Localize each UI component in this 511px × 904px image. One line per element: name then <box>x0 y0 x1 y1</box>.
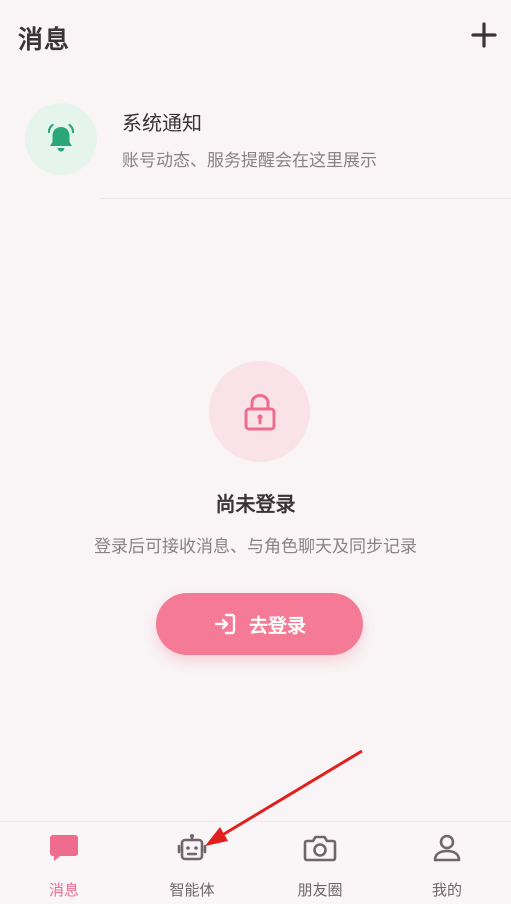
page-title: 消息 <box>18 25 71 54</box>
plus-icon <box>471 22 497 48</box>
divider <box>100 198 511 199</box>
lock-circle <box>209 361 310 462</box>
tab-label: 消息 <box>48 881 79 899</box>
tab-label: 我的 <box>431 881 462 899</box>
login-button[interactable]: 去登录 <box>156 593 363 655</box>
robot-icon <box>177 834 207 861</box>
empty-state-title: 尚未登录 <box>215 492 296 516</box>
tab-agents[interactable]: 智能体 <box>128 822 256 904</box>
system-notice-item[interactable]: 系统通知 账号动态、服务提醒会在这里展示 <box>0 96 511 199</box>
header: 消息 <box>0 0 511 76</box>
user-icon <box>433 834 461 862</box>
login-icon <box>214 613 236 635</box>
empty-state-description: 登录后可接收消息、与角色聊天及同步记录 <box>94 537 417 557</box>
tab-moments[interactable]: 朋友圈 <box>256 822 384 904</box>
chat-bubble-icon <box>50 835 78 861</box>
bottom-tab-bar: 消息 智能体 朋友圈 我的 <box>0 821 511 904</box>
login-button-label: 去登录 <box>248 614 306 637</box>
notice-subtitle: 账号动态、服务提醒会在这里展示 <box>122 151 377 171</box>
tab-label: 智能体 <box>169 881 215 899</box>
bell-icon <box>47 123 75 152</box>
tab-label: 朋友圈 <box>297 881 343 899</box>
tab-profile[interactable]: 我的 <box>383 822 511 904</box>
lock-icon <box>244 393 275 430</box>
add-button[interactable] <box>467 18 501 52</box>
notice-icon-circle <box>25 103 97 175</box>
camera-icon <box>303 835 337 862</box>
notice-title: 系统通知 <box>122 111 202 135</box>
tab-messages[interactable]: 消息 <box>0 822 128 904</box>
